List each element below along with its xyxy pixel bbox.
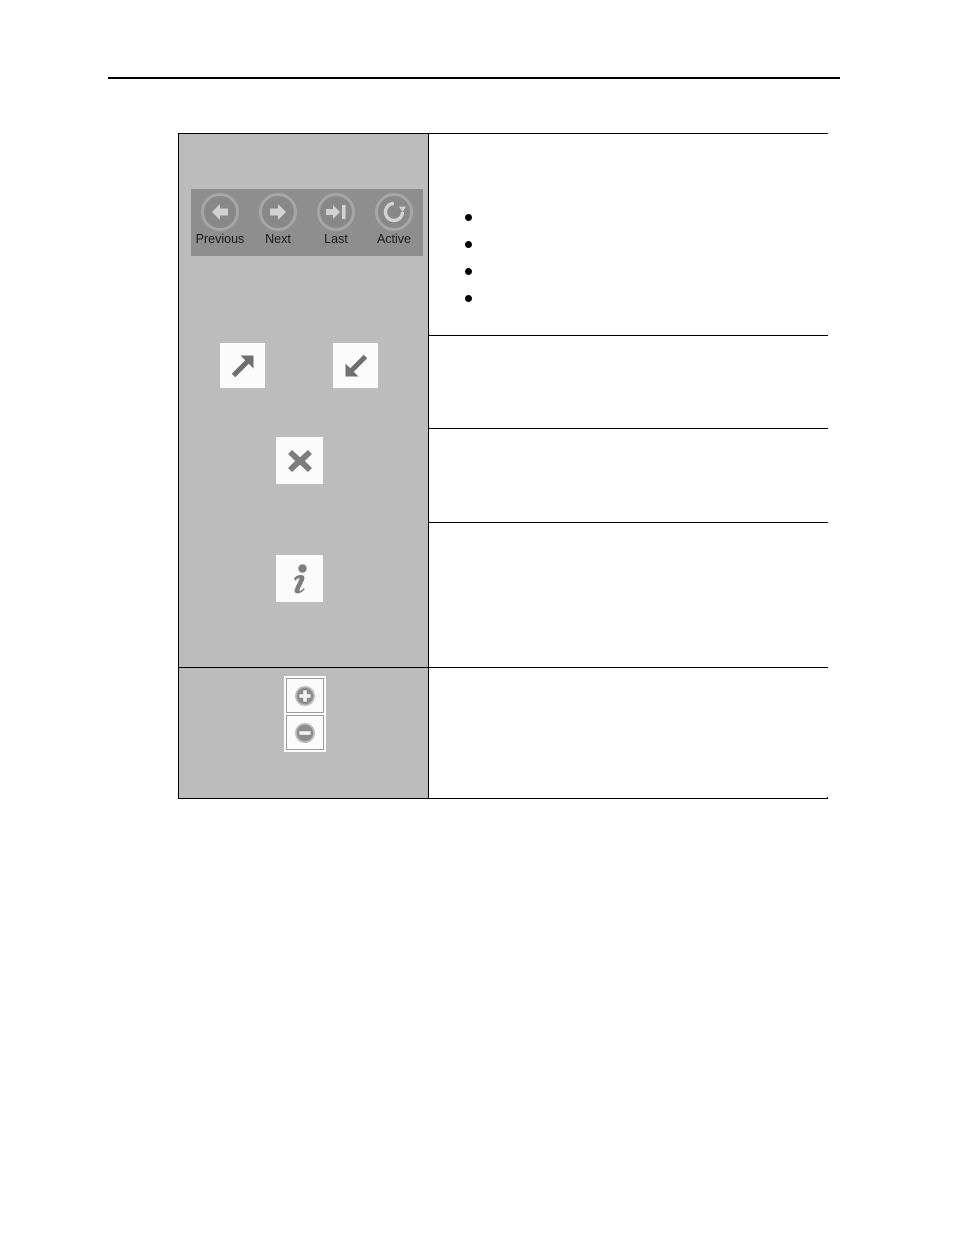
icon-reference-table: Previous Next Last Active (178, 133, 828, 799)
arrow-up-right-icon (226, 349, 260, 383)
info-i-icon (283, 561, 317, 597)
arrow-right-icon (259, 193, 297, 231)
zoom-controls (284, 676, 326, 752)
previous-button[interactable]: Previous (194, 193, 246, 246)
arrow-down-left-icon (339, 349, 373, 383)
next-button[interactable]: Next (252, 193, 304, 246)
arrow-left-icon (201, 193, 239, 231)
description-cell-close (429, 428, 828, 522)
navigation-toolbar: Previous Next Last Active (191, 189, 423, 256)
icon-column: Previous Next Last Active (179, 134, 429, 798)
last-button-label: Last (324, 232, 348, 246)
active-button[interactable]: Active (368, 193, 420, 246)
info-button[interactable] (276, 555, 323, 602)
description-cell-navigation (429, 134, 828, 335)
refresh-circle-icon (375, 193, 413, 231)
arrow-to-end-icon (317, 193, 355, 231)
active-button-label: Active (376, 232, 412, 246)
next-button-label: Next (265, 232, 291, 246)
description-cell-zoom (429, 667, 828, 797)
restore-button[interactable] (333, 343, 378, 388)
description-cell-expand-restore (429, 335, 828, 428)
previous-button-label: Previous (195, 232, 245, 246)
zoom-in-plus-icon (293, 684, 317, 708)
zoom-in-button[interactable] (286, 678, 324, 713)
gray-column-divider (179, 667, 429, 668)
close-button[interactable] (276, 437, 323, 484)
page-header-rule (108, 77, 840, 79)
zoom-out-button[interactable] (286, 715, 324, 750)
description-column (429, 134, 828, 798)
description-cell-info (429, 522, 828, 667)
last-button[interactable]: Last (310, 193, 362, 246)
expand-button[interactable] (220, 343, 265, 388)
close-x-icon (283, 444, 317, 478)
zoom-out-minus-icon (293, 721, 317, 745)
